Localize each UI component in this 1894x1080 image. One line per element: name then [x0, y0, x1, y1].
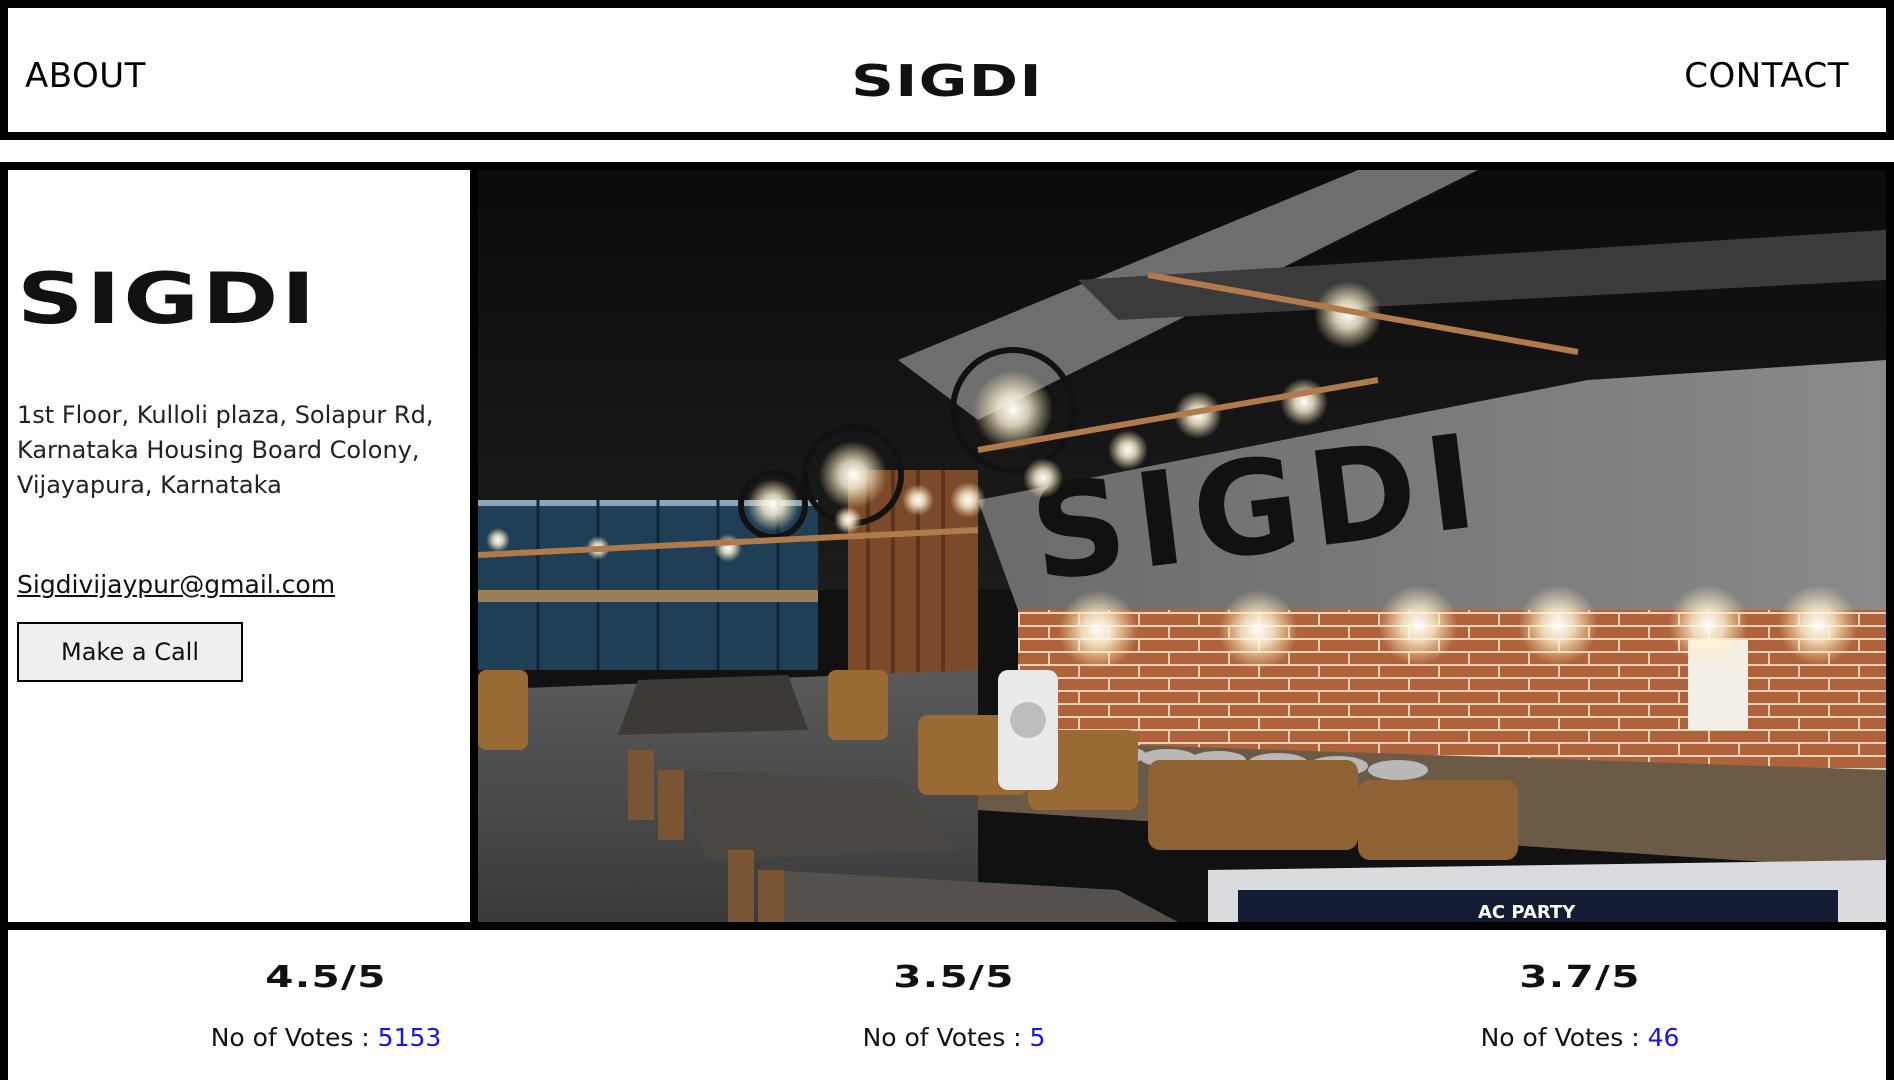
address-line: 1st Floor, Kulloli plaza, Solapur Rd,: [17, 401, 434, 429]
make-call-button[interactable]: Make a Call: [17, 622, 243, 682]
rating-score: 3.5/5: [893, 960, 1015, 995]
address-line: Karnataka Housing Board Colony,: [17, 436, 420, 464]
site-header: ABOUT SIGDI CONTACT: [0, 0, 1894, 140]
ratings-section: 4.5/5 No of Votes : 5153 3.5/5 No of Vot…: [0, 930, 1894, 1080]
votes-count: 5: [1029, 1023, 1046, 1052]
restaurant-photo: SIGDI AC PARTY: [478, 170, 1886, 922]
votes-label: No of Votes :: [862, 1023, 1030, 1052]
hero-section: SIGDI 1st Floor, Kulloli plaza, Solapur …: [0, 162, 1894, 930]
banner-text: AC PARTY: [1478, 902, 1576, 922]
rating-card: 4.5/5 No of Votes : 5153: [76, 960, 576, 1052]
rating-score: 4.5/5: [265, 960, 387, 995]
votes-count: 5153: [377, 1023, 442, 1052]
address-line: Vijayapura, Karnataka: [17, 471, 282, 499]
rating-card: 3.7/5 No of Votes : 46: [1330, 960, 1830, 1052]
nav-about-link[interactable]: ABOUT: [25, 56, 146, 96]
rating-score: 3.7/5: [1519, 960, 1641, 995]
votes-count: 46: [1647, 1023, 1680, 1052]
site-logo[interactable]: SIGDI: [851, 56, 1043, 107]
nav-contact-link[interactable]: CONTACT: [1684, 56, 1849, 96]
rating-card: 3.5/5 No of Votes : 5: [704, 960, 1204, 1052]
rating-votes: No of Votes : 5153: [76, 1023, 576, 1052]
rating-votes: No of Votes : 5: [704, 1023, 1204, 1052]
votes-label: No of Votes :: [210, 1023, 378, 1052]
rating-votes: No of Votes : 46: [1330, 1023, 1830, 1052]
email-link[interactable]: Sigdivijaypur@gmail.com: [17, 570, 335, 599]
restaurant-info-panel: SIGDI 1st Floor, Kulloli plaza, Solapur …: [8, 170, 470, 922]
restaurant-address: 1st Floor, Kulloli plaza, Solapur Rd, Ka…: [17, 398, 457, 503]
votes-label: No of Votes :: [1480, 1023, 1648, 1052]
restaurant-name: SIGDI: [17, 258, 319, 340]
restaurant-interior-image: SIGDI AC PARTY: [478, 170, 1886, 922]
